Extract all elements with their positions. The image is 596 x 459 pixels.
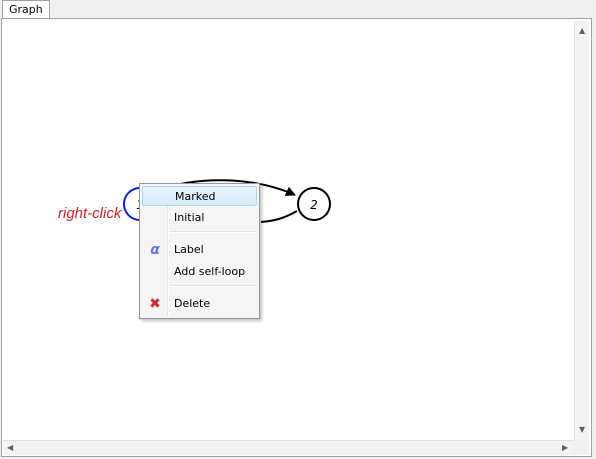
alpha-icon: α <box>150 242 160 258</box>
menu-item-add-self-loop[interactable]: Add self-loop <box>142 262 257 282</box>
delete-x-icon: ✖ <box>149 296 161 312</box>
menu-item-marked-label: Marked <box>175 190 216 203</box>
menu-item-marked[interactable]: Marked <box>142 186 257 206</box>
edge-2-to-1[interactable] <box>260 210 298 223</box>
tab-graph[interactable]: Graph <box>2 0 50 19</box>
menu-item-delete-label: Delete <box>174 297 211 310</box>
menu-item-initial-label: Initial <box>174 211 205 224</box>
menu-separator <box>170 231 256 233</box>
menu-separator <box>170 285 256 287</box>
right-click-annotation: right-click <box>58 205 122 222</box>
menu-item-delete[interactable]: ✖ Delete <box>142 294 257 314</box>
scroll-up-icon[interactable]: ▲ <box>579 27 585 35</box>
scroll-left-icon[interactable]: ◀ <box>7 444 13 452</box>
scrollbar-corner <box>574 440 589 455</box>
scroll-right-icon[interactable]: ▶ <box>562 444 568 452</box>
graph-drawing: 1 2 <box>123 179 331 223</box>
scroll-down-icon[interactable]: ▼ <box>579 426 585 434</box>
node-2-label: 2 <box>310 198 318 212</box>
tab-graph-label: Graph <box>9 3 43 16</box>
context-menu: Marked Initial α Label Add self-loop ✖ D… <box>139 183 260 319</box>
horizontal-scrollbar[interactable]: ◀ ▶ <box>3 440 574 455</box>
menu-item-label[interactable]: α Label <box>142 240 257 260</box>
vertical-scrollbar[interactable]: ▲ ▼ <box>574 21 589 440</box>
menu-item-label-label: Label <box>174 243 204 256</box>
menu-item-initial[interactable]: Initial <box>142 208 257 228</box>
node-2[interactable]: 2 <box>297 187 331 221</box>
menu-item-add-self-loop-label: Add self-loop <box>174 265 246 278</box>
graph-canvas[interactable]: 1 2 <box>3 21 574 440</box>
